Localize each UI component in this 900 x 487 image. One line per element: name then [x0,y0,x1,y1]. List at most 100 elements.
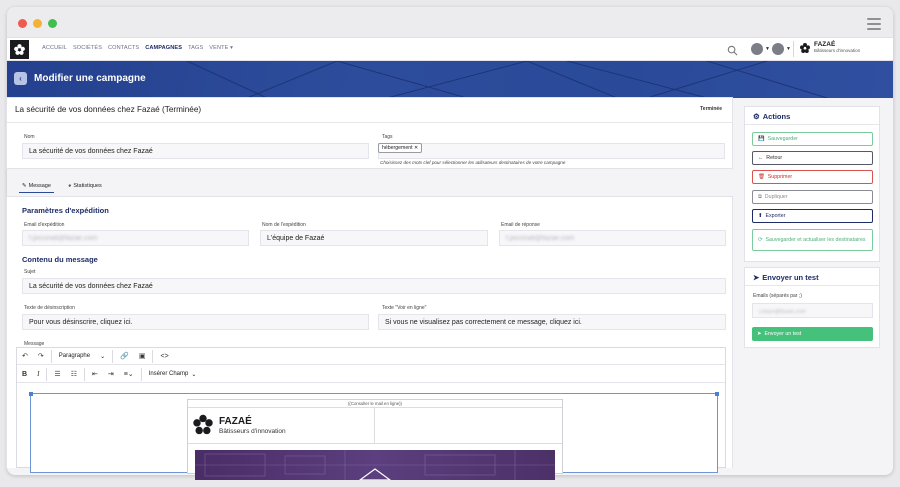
window-titlebar [7,7,893,38]
toolbar-separator [46,367,48,381]
bullet-list-icon[interactable]: ☰ [49,366,65,383]
actions-title: ⚙ Actions [753,112,790,121]
duplicate-button[interactable]: ⧉ Dupliquer [752,190,873,204]
editor-toolbar-2: B I ☰ ☷ ⇤ ⇥ ≡⌄ Insérer Champ ⌄ [17,366,725,383]
close-window-button[interactable] [18,19,27,28]
tab-message[interactable]: ✎ Message [19,183,54,193]
redo-icon[interactable]: ↷ [33,348,49,365]
paper-plane-icon: ➤ [757,331,762,337]
nav-contacts[interactable]: CONTACTS [108,45,139,51]
view-online-input[interactable]: Si vous ne visualisez pas correctement c… [378,314,726,330]
editor-toolbar-1: ↶ ↷ Paragraphe ⌄ 🔗 ▣ <> [17,348,725,365]
content-title: Contenu du message [22,255,98,264]
maximize-window-button[interactable] [48,19,57,28]
actions-title-label: Actions [762,112,791,121]
nav-accueil[interactable]: ACCUEIL [42,45,67,51]
image-icon[interactable]: ▣ [134,348,151,365]
nav-divider [793,41,794,57]
insert-field-label: Insérer Champ [148,371,189,377]
nav-campagnes[interactable]: CAMPAGNES [145,45,182,51]
send-test-button[interactable]: ➤ Envoyer un test [752,327,873,341]
resize-handle[interactable] [29,392,33,396]
remove-tag-icon[interactable]: ✕ [414,145,418,151]
sender-email-input[interactable]: f.piccinali@fazae.com [22,230,249,246]
brand-logo: FAZAÉ Bâtisseurs d'innovation [799,41,860,54]
save-label: Sauvegarder [767,136,798,142]
block-format-value: Paragraphe [58,353,91,359]
nav-tags[interactable]: TAGS [188,45,203,51]
numbered-list-icon[interactable]: ☷ [66,366,82,383]
blueprint-graphic [195,450,555,480]
subject-input[interactable]: La sécurité de vos données chez Fazaé [22,278,726,294]
menu-icon[interactable] [867,18,881,33]
flower-logo-icon [192,413,214,442]
delete-button[interactable]: 🗑 Supprimer [752,170,873,184]
duplicate-label: Dupliquer [764,194,788,200]
insert-field-select[interactable]: Insérer Champ ⌄ [144,366,202,383]
delete-label: Supprimer [767,174,793,180]
email-preview: ((Consulter le mail en ligne)) FAZAÉ Bât… [187,399,563,480]
sender-email-label: Email d'expédition [24,222,65,228]
save-icon: 💾 [758,136,765,142]
send-test-title: ➤ Envoyer un test [753,273,819,282]
account-avatar-icon[interactable] [772,43,784,55]
subject-label: Sujet [24,269,36,275]
campaign-name-input[interactable]: La sécurité de vos données chez Fazaé [22,143,369,159]
tag-chip[interactable]: hébergement ✕ [378,143,423,153]
email-header: FAZAÉ Bâtisseurs d'innovation [188,408,375,444]
tab-message-label: Message [28,183,51,189]
back-button[interactable]: ← Retour [752,151,873,165]
block-format-select[interactable]: Paragraphe ⌄ [54,348,110,365]
name-label: Nom [24,134,35,140]
email-brand-name: FAZAÉ [219,416,252,427]
reply-email-input[interactable]: f.piccinali@fazae.com [499,230,726,246]
chevron-down-icon: ⌄ [191,371,197,378]
nav-societes[interactable]: SOCIÉTÉS [73,45,102,51]
indent-icon[interactable]: ⇥ [103,366,119,383]
test-emails-label: Emails (séparés par ;) [753,293,802,299]
campaign-title: La sécurité de vos données chez Fazaé (T… [15,105,202,114]
test-emails-input[interactable]: y.bayn@fazae.com [752,303,873,318]
link-icon[interactable]: 🔗 [115,348,134,365]
status-badge: Terminée [700,106,722,112]
paper-plane-icon: ➤ [753,273,760,282]
chevron-down-icon: ⌄ [100,353,106,360]
divider [745,124,879,125]
actions-panel: ⚙ Actions 💾 Sauvegarder ← Retour 🗑 Supprimer… [744,106,880,262]
top-navigation: ACCUEIL SOCIÉTÉS CONTACTS CAMPAGNES TAGS… [7,38,893,61]
copy-icon: ⧉ [758,193,762,200]
outdent-icon[interactable]: ⇤ [87,366,103,383]
export-label: Exporter [765,213,786,219]
email-hero-image [195,450,555,480]
nav-vente[interactable]: VENTE ▾ [209,45,233,51]
code-icon[interactable]: <> [155,348,173,365]
arrow-left-icon: ← [758,155,764,161]
chevron-down-icon[interactable]: ▼ [765,46,770,52]
email-header-right [375,408,562,444]
app-logo[interactable] [10,40,29,59]
user-avatar-icon[interactable] [751,43,763,55]
tags-input[interactable] [378,143,725,159]
italic-icon[interactable]: I [32,366,44,383]
minimize-window-button[interactable] [33,19,42,28]
save-refresh-button[interactable]: ⟳ Sauvegarder et actualiser les destinata… [752,229,873,251]
save-button[interactable]: 💾 Sauvegarder [752,132,873,146]
bold-icon[interactable]: B [17,366,32,383]
back-arrow-button[interactable]: ‹ [14,72,27,85]
chevron-down-icon[interactable]: ▼ [786,46,791,52]
trash-icon: 🗑 [758,174,765,180]
search-icon[interactable] [727,43,738,61]
align-icon[interactable]: ≡⌄ [119,366,139,383]
consult-online-link[interactable]: ((Consulter le mail en ligne)) [188,400,562,408]
sender-name-label: Nom de l'expédition [262,222,306,228]
unsubscribe-input[interactable]: Pour vous désinscrire, cliquez ici. [22,314,369,330]
export-button[interactable]: ⬆ Exporter [752,209,873,223]
chart-icon: ◕ [68,183,72,189]
undo-icon[interactable]: ↶ [17,348,33,365]
page-banner: ‹ Modifier une campagne [7,61,893,98]
reply-email-value: f.piccinali@fazae.com [506,235,575,242]
tags-hint: Choisissez des mots clef pour sélectionn… [380,160,566,165]
tab-statistiques[interactable]: ◕ Statistiques [68,183,102,189]
sender-name-input[interactable]: L'équipe de Fazaé [260,230,488,246]
resize-handle[interactable] [715,392,719,396]
